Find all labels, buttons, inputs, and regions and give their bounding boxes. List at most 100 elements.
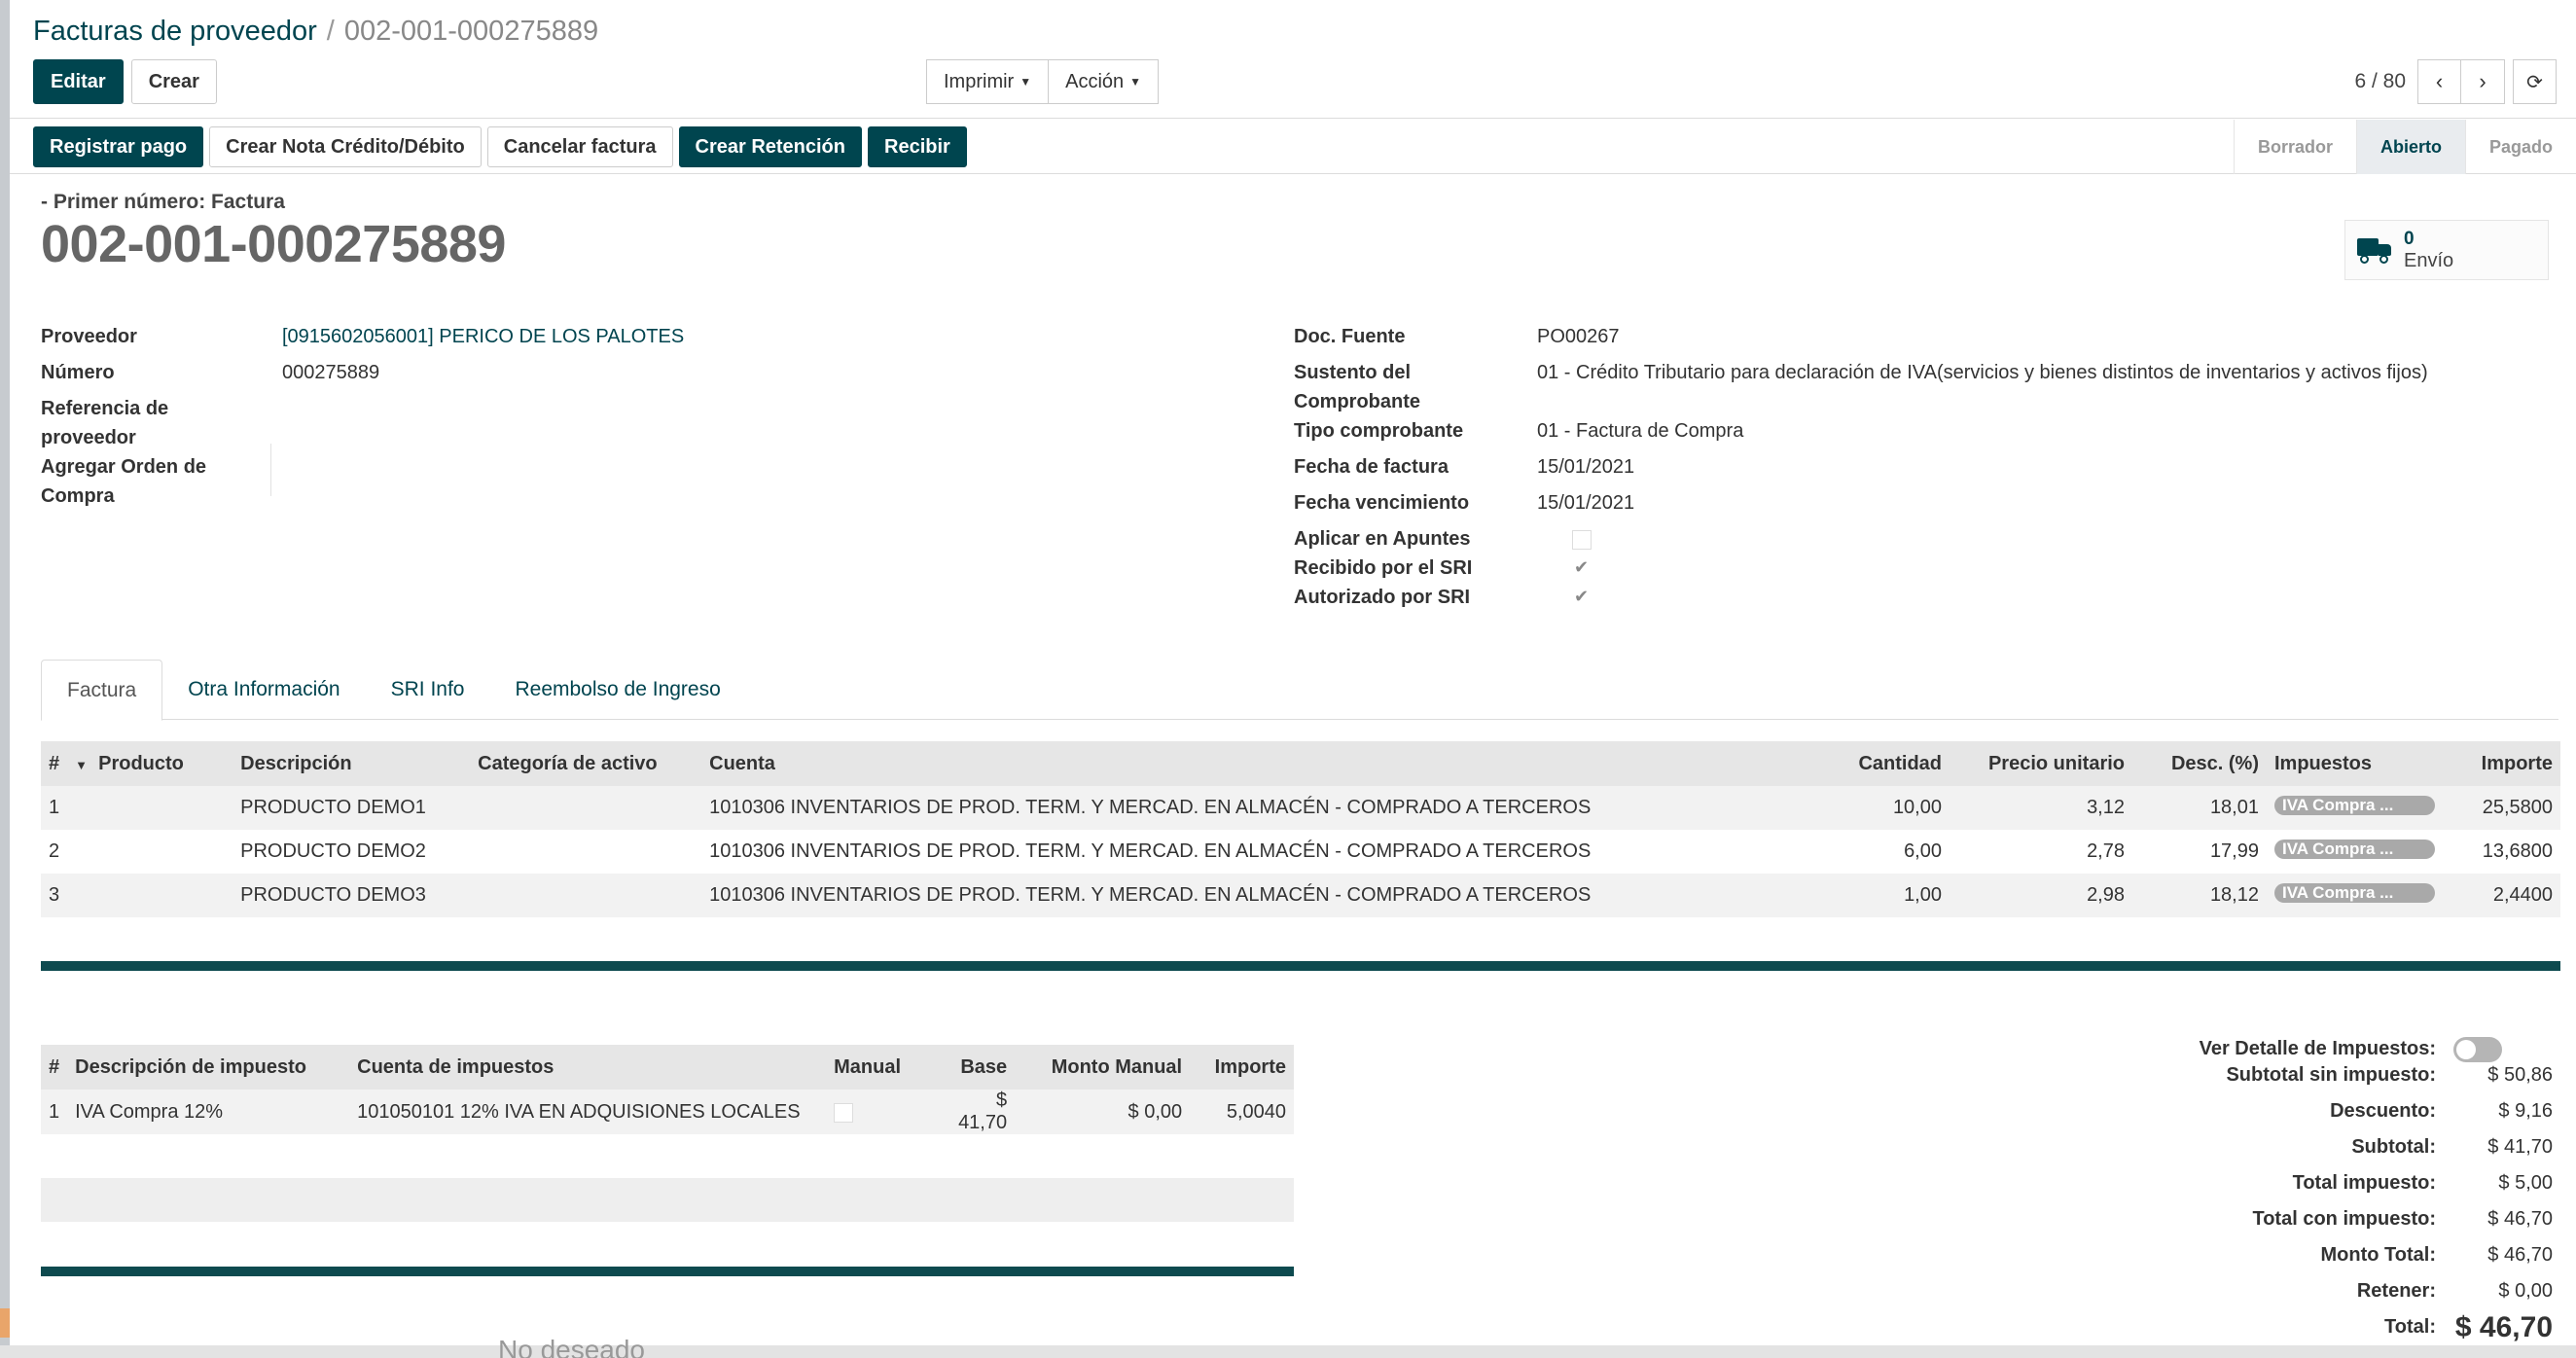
pager-value[interactable]: 6 / 80 [2354, 70, 2406, 93]
invoice-date-label: Fecha de factura [1294, 456, 1449, 478]
action-dropdown-label: Acción [1065, 70, 1125, 92]
line-taxes: IVA Compra ... [2267, 874, 2453, 917]
vendor-field[interactable]: [0915602056001] PERICO DE LOS PALOTES [282, 323, 684, 351]
tax-line-account: 101050101 12% IVA EN ADQUISIONES LOCALES [349, 1090, 827, 1134]
invoice-form-view: Facturas de proveedor / 002-001-00027588… [10, 0, 2576, 1358]
line-quantity: 10,00 [1831, 786, 1950, 830]
column-header-discount[interactable]: Desc. (%) [2132, 741, 2267, 786]
line-unit-price: 2,78 [2087, 840, 2125, 862]
pager-previous-button[interactable]: ‹ [2417, 59, 2461, 104]
stage-draft[interactable]: Borrador [2233, 120, 2356, 174]
add-purchase-order-label-line2: Compra [41, 485, 115, 507]
cancel-invoice-button[interactable]: Cancelar factura [486, 126, 673, 167]
tax-line-manual [826, 1090, 938, 1134]
line-account: 1010306 INVENTARIOS DE PROD. TERM. Y MER… [701, 786, 1831, 830]
support-label-line1: Sustento del [1294, 362, 1412, 383]
first-number-label: - Primer número: Factura [41, 191, 285, 213]
breadcrumb: Facturas de proveedor / 002-001-00027588… [33, 16, 598, 48]
tax-column-header-sequence[interactable]: # [41, 1045, 68, 1090]
total-with-tax-label: Total con impuesto: [2252, 1208, 2436, 1230]
tax-column-header-base[interactable]: Base [937, 1045, 1016, 1090]
vendor-reference-label-line2: proveedor [41, 427, 136, 448]
shipment-smart-button[interactable]: 0 Envío [2344, 220, 2549, 280]
source-document-label: Doc. Fuente [1294, 326, 1406, 347]
tab-income-refund[interactable]: Reembolso de Ingreso [489, 660, 745, 720]
purchase-order-field[interactable] [270, 444, 271, 496]
due-date-field[interactable]: 15/01/2021 [1537, 489, 1634, 518]
tax-table-empty-row [41, 1178, 1294, 1222]
pager: 6 / 80 ‹ › ⟳ [2354, 59, 2557, 104]
column-header-quantity[interactable]: Cantidad [1831, 741, 1950, 786]
tax-column-header-manual-amount[interactable]: Monto Manual [1015, 1045, 1191, 1090]
edit-button[interactable]: Editar [33, 59, 124, 104]
received-sri-label: Recibido por el SRI [1294, 557, 1473, 579]
line-description: PRODUCTO DEMO3 [233, 874, 471, 917]
tax-lines-table: # Descripción de impuesto Cuenta de impu… [41, 1045, 1294, 1134]
due-date-label: Fecha vencimiento [1294, 492, 1470, 514]
tax-line-sequence: 1 [41, 1090, 68, 1134]
subtotal-without-tax-label: Subtotal sin impuesto: [2226, 1064, 2436, 1086]
table-row[interactable]: 1 IVA Compra 12% 101050101 12% IVA EN AD… [41, 1090, 1294, 1134]
table-row[interactable]: 2 PRODUCTO DEMO2 1010306 INVENTARIOS DE … [41, 830, 2560, 874]
status-bar-buttons: Registrar pago Crear Nota Crédito/Débito… [33, 126, 967, 167]
tab-sri-info[interactable]: SRI Info [366, 660, 490, 720]
tax-line-description: IVA Compra 12% [67, 1090, 350, 1134]
total-with-tax-value: $ 46,70 [2487, 1208, 2553, 1230]
tab-other-info[interactable]: Otra Información [162, 660, 365, 720]
breadcrumb-parent-link[interactable]: Facturas de proveedor [33, 16, 317, 48]
create-withholding-button[interactable]: Crear Retención [678, 126, 862, 167]
receive-button[interactable]: Recibir [868, 126, 967, 167]
authorized-sri-checkbox[interactable]: ✔ [1574, 587, 1589, 607]
line-discount: 17,99 [2209, 840, 2259, 862]
stage-open[interactable]: Abierto [2355, 120, 2465, 174]
column-header-taxes[interactable]: Impuestos [2267, 741, 2453, 786]
tab-invoice[interactable]: Factura [41, 660, 163, 721]
column-header-product[interactable]: ▼ Producto [67, 741, 233, 786]
line-asset-category [470, 786, 702, 830]
create-credit-debit-note-button[interactable]: Crear Nota Crédito/Débito [209, 126, 482, 167]
column-header-unit-price[interactable]: Precio unitario [1950, 741, 2132, 786]
column-header-amount[interactable]: Importe [2453, 741, 2560, 786]
pager-next-button[interactable]: › [2461, 59, 2505, 104]
support-field[interactable]: 01 - Crédito Tributario para declaración… [1537, 359, 2428, 387]
line-amount: 13,6800 [2482, 840, 2553, 862]
reload-button[interactable]: ⟳ [2513, 59, 2557, 104]
table-row[interactable]: 1 PRODUCTO DEMO1 1010306 INVENTARIOS DE … [41, 786, 2560, 830]
apply-entries-checkbox[interactable] [1572, 530, 1592, 550]
line-account: 1010306 INVENTARIOS DE PROD. TERM. Y MER… [701, 874, 1831, 917]
sidebar-dropdowns: Imprimir ▼ Acción ▼ [926, 59, 1160, 104]
source-document-field[interactable]: PO00267 [1537, 323, 1620, 351]
create-button[interactable]: Crear [130, 59, 217, 104]
column-header-account[interactable]: Cuenta [701, 741, 1831, 786]
received-sri-checkbox[interactable]: ✔ [1574, 557, 1589, 578]
table-row[interactable]: 3 PRODUCTO DEMO3 1010306 INVENTARIOS DE … [41, 874, 2560, 917]
background-peek-text: No deseado [498, 1335, 646, 1358]
number-field[interactable]: 000275889 [282, 359, 379, 387]
manual-checkbox[interactable] [834, 1103, 854, 1123]
voucher-type-label: Tipo comprobante [1294, 420, 1464, 442]
window-left-edge [0, 0, 10, 1358]
print-dropdown[interactable]: Imprimir ▼ [926, 59, 1050, 104]
total-tax-label: Total impuesto: [2292, 1172, 2436, 1194]
register-payment-button[interactable]: Registrar pago [33, 126, 204, 167]
action-dropdown[interactable]: Acción ▼ [1049, 59, 1160, 104]
column-header-asset-category[interactable]: Categoría de activo [470, 741, 702, 786]
sort-caret-down-icon: ▼ [75, 757, 88, 772]
tax-column-header-description[interactable]: Descripción de impuesto [67, 1045, 350, 1090]
line-unit-price: 3,12 [1950, 786, 2132, 830]
tax-column-header-account[interactable]: Cuenta de impuestos [349, 1045, 827, 1090]
tax-column-header-manual[interactable]: Manual [826, 1045, 938, 1090]
column-header-sequence[interactable]: # [41, 741, 68, 786]
tax-lines-header: # Descripción de impuesto Cuenta de impu… [41, 1045, 1294, 1090]
invoice-date-field[interactable]: 15/01/2021 [1537, 453, 1634, 482]
print-dropdown-label: Imprimir [944, 70, 1015, 92]
invoice-lines-header: # ▼ Producto Descripción Categoría de ac… [41, 741, 2560, 786]
column-header-description[interactable]: Descripción [233, 741, 471, 786]
add-purchase-order-label-line1: Agregar Orden de [41, 456, 207, 478]
tax-column-header-amount[interactable]: Importe [1190, 1045, 1294, 1090]
stage-paid[interactable]: Pagado [2464, 120, 2576, 174]
truck-icon [2357, 236, 2392, 264]
voucher-type-field[interactable]: 01 - Factura de Compra [1537, 417, 1743, 446]
line-sequence: 1 [41, 786, 68, 830]
tax-tag: IVA Compra ... [2274, 795, 2435, 815]
